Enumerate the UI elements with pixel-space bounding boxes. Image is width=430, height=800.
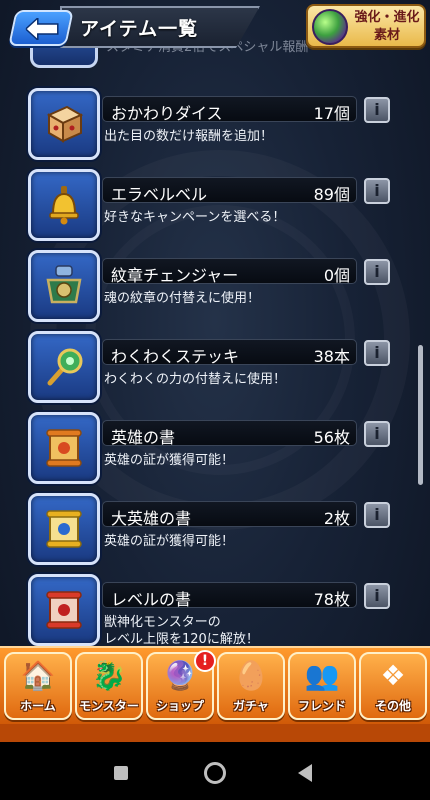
- nav-other-button[interactable]: ❖ その他: [359, 652, 427, 720]
- item-count: 38本: [313, 347, 350, 366]
- scroll-icon: [28, 412, 100, 484]
- list-item[interactable]: わくわくステッキ 38本 i わくわくの力の付替えに使用！: [28, 331, 398, 403]
- item-name: レベルの書: [111, 590, 192, 609]
- friend-icon: 👥: [304, 659, 340, 692]
- item-name-bar: レベルの書 78枚: [102, 582, 357, 609]
- item-desc: わくわくの力の付替えに使用！: [104, 372, 287, 387]
- item-count: 0個: [323, 266, 350, 285]
- list-item[interactable]: レベルの書 78枚 i 獣神化モンスターの レベル上限を120に解放！: [28, 574, 398, 647]
- list-item[interactable]: エラベルベル 89個 i 好きなキャンペーンを選べる！: [28, 169, 398, 241]
- item-name: わくわくステッキ: [111, 347, 240, 366]
- info-button[interactable]: i: [364, 502, 390, 528]
- bottom-nav: 🏠 ホーム 🐉 モンスター 🔮 ショップ ! 🥚 ガチャ 👥 フレンド ❖ その…: [0, 646, 430, 724]
- nav-label: ガチャ: [233, 699, 269, 713]
- nav-label: ショップ: [155, 699, 204, 713]
- nav-label: モンスター: [79, 699, 139, 713]
- item-name-bar: 英雄の書 56枚: [102, 420, 357, 447]
- item-desc: 獣神化モンスターの レベル上限を120に解放！: [104, 615, 259, 647]
- item-name-bar: 紋章チェンジャー 0個: [102, 258, 357, 285]
- item-name: エラベルベル: [111, 185, 208, 204]
- item-name-bar: おかわりダイス 17個: [102, 96, 357, 123]
- bell-icon: [28, 169, 100, 241]
- list-item[interactable]: 紋章チェンジャー 0個 i 魂の紋章の付替えに使用！: [28, 250, 398, 322]
- nav-friend-button[interactable]: 👥 フレンド: [288, 652, 356, 720]
- item-count: 78枚: [313, 590, 350, 609]
- item-count: 2枚: [323, 509, 350, 528]
- info-button[interactable]: i: [364, 340, 390, 366]
- list-item[interactable]: 英雄の書 56枚 i 英雄の証が獲得可能！: [28, 412, 398, 484]
- alert-badge: !: [194, 650, 216, 672]
- scroll-red-icon: [28, 574, 100, 646]
- page-title: アイテム一覧: [80, 18, 199, 40]
- item-desc: 英雄の証が獲得可能！: [104, 534, 235, 549]
- nav-shop-button[interactable]: 🔮 ショップ !: [146, 650, 216, 720]
- back-triangle-icon[interactable]: [298, 764, 312, 782]
- item-count: 89個: [313, 185, 350, 204]
- material-button-label: 強化・進化 素材: [354, 10, 420, 43]
- item-name-bar: エラベルベル 89個: [102, 177, 357, 204]
- gacha-icon: 🥚: [233, 659, 269, 692]
- recent-apps-icon[interactable]: [114, 766, 128, 780]
- info-button[interactable]: i: [364, 178, 390, 204]
- arrow-left-icon: [25, 18, 59, 40]
- item-name: 紋章チェンジャー: [111, 266, 239, 285]
- nav-home-button[interactable]: 🏠 ホーム: [4, 652, 72, 720]
- info-button[interactable]: i: [364, 421, 390, 447]
- item-name: 英雄の書: [111, 428, 176, 447]
- info-button[interactable]: i: [364, 259, 390, 285]
- item-desc: 魂の紋章の付替えに使用！: [104, 291, 261, 306]
- scroll-gold-icon: [28, 493, 100, 565]
- material-button[interactable]: 強化・進化 素材: [306, 4, 426, 48]
- item-name: 大英雄の書: [111, 509, 192, 528]
- back-button[interactable]: [8, 10, 74, 46]
- info-button[interactable]: i: [364, 97, 390, 123]
- info-button[interactable]: i: [364, 583, 390, 609]
- nav-label: ホーム: [20, 699, 56, 713]
- list-item[interactable]: 大英雄の書 2枚 i 英雄の証が獲得可能！: [28, 493, 398, 565]
- nav-gacha-button[interactable]: 🥚 ガチャ: [217, 652, 285, 720]
- home-icon: 🏠: [20, 659, 56, 692]
- nav-bottom-strip: [0, 724, 430, 742]
- monster-icon: 🐉: [91, 659, 127, 692]
- other-icon: ❖: [380, 659, 406, 692]
- item-desc: 英雄の証が獲得可能！: [104, 453, 235, 468]
- scrollbar[interactable]: [418, 345, 423, 485]
- wand-icon: [28, 331, 100, 403]
- material-orb-icon: [312, 9, 348, 45]
- header: アイテム一覧 強化・進化 素材: [0, 0, 430, 60]
- item-count: 56枚: [313, 428, 350, 447]
- item-name: おかわりダイス: [111, 104, 223, 123]
- item-name-bar: 大英雄の書 2枚: [102, 501, 357, 528]
- item-count: 17個: [313, 104, 350, 123]
- item-desc: 出た目の数だけ報酬を追加！: [104, 129, 274, 144]
- nav-label: その他: [374, 699, 411, 713]
- home-circle-icon[interactable]: [204, 762, 226, 784]
- screen: スタミナ消費2倍でスペシャル報酬 アイテム一覧 強化・進化 素材: [0, 0, 430, 800]
- dice-icon: [28, 88, 100, 160]
- item-desc: 好きなキャンペーンを選べる！: [104, 210, 286, 225]
- item-name-bar: わくわくステッキ 38本: [102, 339, 357, 366]
- nav-monster-button[interactable]: 🐉 モンスター: [75, 652, 143, 720]
- list-item[interactable]: おかわりダイス 17個 i 出た目の数だけ報酬を追加！: [28, 88, 398, 160]
- emblem-changer-icon: [28, 250, 100, 322]
- system-nav-bar: [0, 742, 430, 800]
- nav-label: フレンド: [297, 699, 346, 713]
